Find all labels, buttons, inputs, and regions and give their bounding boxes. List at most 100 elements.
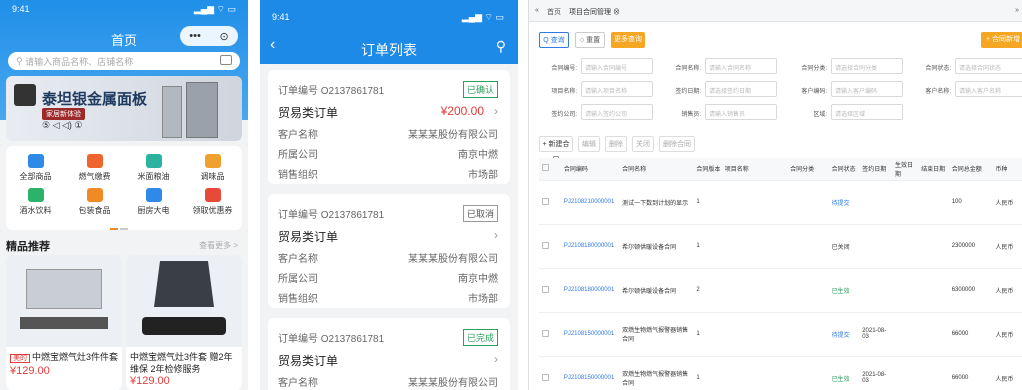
promo-banner[interactable]: 泰坦银金属面板 家居新体验 ⑤ ◁ ◁) ① bbox=[6, 76, 242, 141]
column-header[interactable]: 合同版本 bbox=[693, 158, 722, 181]
close-all-icon[interactable]: » bbox=[1015, 7, 1019, 14]
product-card[interactable]: 美的 中燃宝燃气灶3件件套 ¥129.00 bbox=[6, 255, 122, 390]
category-item[interactable]: 燃气缴费 bbox=[65, 154, 124, 182]
add-contract-button[interactable]: + 合同新增 bbox=[981, 32, 1022, 48]
status-time: 9:41 bbox=[272, 12, 290, 22]
row-checkbox[interactable] bbox=[542, 373, 549, 381]
filter-input[interactable]: 请输入客户编码 bbox=[831, 81, 903, 97]
close-circle-icon[interactable]: ⊙ bbox=[219, 30, 228, 43]
cell-empty bbox=[918, 356, 949, 390]
filter-input[interactable]: 请选择区域 bbox=[831, 104, 903, 120]
collapse-icon[interactable]: « bbox=[535, 7, 539, 14]
cell-amount: 2300000 bbox=[948, 224, 993, 269]
category-item[interactable]: 调味品 bbox=[183, 154, 242, 182]
table-row[interactable]: PJ2108180000001 希尔顿供暖设备合同 1 已关闭 2300000 人民币 bbox=[539, 224, 1022, 269]
order-type-text: 贸易类订单 bbox=[278, 354, 339, 368]
cell-code[interactable]: PJ2108180000001 bbox=[560, 268, 620, 313]
reset-button[interactable]: ○ 重置 bbox=[575, 32, 605, 48]
filter-input[interactable]: 请选择签约日期 bbox=[705, 81, 777, 97]
search-button[interactable]: Q 查询 bbox=[539, 32, 569, 48]
order-card[interactable]: 订单编号 O2137861781 已完成 贸易类订单 › 客户名称 某某某股份有限公司 bbox=[268, 318, 510, 390]
column-header[interactable]: 合同名称 bbox=[619, 158, 694, 181]
filter-input[interactable]: 请选择合同分类 bbox=[831, 58, 903, 74]
filter-input[interactable]: 请输入签约公司 bbox=[581, 104, 653, 120]
cell-code[interactable]: PJ2108150000001 bbox=[560, 312, 620, 357]
filter-input[interactable]: 请输入客户名称 bbox=[955, 81, 1022, 97]
category-icon bbox=[86, 154, 103, 168]
column-header[interactable]: 合同总金额 bbox=[948, 158, 993, 181]
table-row[interactable]: PJ2108210000001 测试一下数到计划的显示 1 待提交 100 人民币 bbox=[539, 180, 1022, 225]
row-checkbox[interactable] bbox=[542, 285, 549, 293]
customer-value: 某某某股份有限公司 bbox=[408, 130, 498, 141]
customer-row: 客户名称 某某某股份有限公司 bbox=[278, 374, 498, 389]
filter-input[interactable]: 请输入销售员 bbox=[705, 104, 777, 120]
filter-input[interactable]: 请输入项目名称 bbox=[581, 81, 653, 97]
table-header: 合同编码 合同名称 合同版本 项目名称 合同分类 合同状态 签约日期 生效日期 结束日期 合同总金… bbox=[539, 158, 1022, 181]
category-label: 包装食品 bbox=[78, 206, 111, 215]
column-header[interactable]: 合同状态 bbox=[828, 158, 860, 181]
see-more-link[interactable]: 查看更多 > bbox=[199, 240, 238, 251]
cell-status: 待提交 bbox=[828, 180, 860, 225]
order-number: 订单编号 O2137861781 已确认 bbox=[278, 81, 498, 98]
cell-cur: 人民币 bbox=[992, 312, 1022, 357]
category-item[interactable]: 米面粮油 bbox=[124, 154, 183, 182]
tab-contract[interactable]: 项目合同管理 ⊗ bbox=[569, 7, 620, 17]
toolbar-button[interactable]: + 新建合同 bbox=[539, 136, 573, 164]
filter-input[interactable]: 请输入合同名称 bbox=[705, 58, 777, 74]
cell-code[interactable]: PJ2108180000001 bbox=[560, 224, 620, 269]
carousel-dots bbox=[110, 222, 134, 230]
row-checkbox[interactable] bbox=[542, 241, 549, 249]
filter-input[interactable]: 请选择合同状态 bbox=[955, 58, 1022, 74]
org-label: 销售组织 bbox=[278, 170, 318, 181]
row-checkbox[interactable] bbox=[542, 329, 549, 337]
toolbar-button[interactable]: 删除 bbox=[605, 136, 627, 152]
select-all-checkbox[interactable] bbox=[542, 164, 549, 172]
table-row[interactable]: PJ2108150000001 双燃生物燃气报警器销售合同 1 待提交 2021-08-… bbox=[539, 312, 1022, 357]
category-item[interactable]: 厨房大电 bbox=[124, 188, 183, 216]
tab-home[interactable]: 首页 bbox=[547, 7, 561, 17]
status-icons: ▂▄▆ ⌔ ▭ bbox=[193, 4, 236, 14]
column-header[interactable]: 签约日期 bbox=[859, 158, 892, 181]
column-header[interactable]: 结束日期 bbox=[918, 158, 949, 181]
row-checkbox-cell bbox=[539, 356, 561, 390]
category-item[interactable]: 包装食品 bbox=[65, 188, 124, 216]
toolbar-button[interactable]: 编辑 bbox=[578, 136, 600, 152]
column-header[interactable]: 项目名称 bbox=[721, 158, 788, 181]
customer-value: 某某某股份有限公司 bbox=[408, 378, 498, 389]
category-icon bbox=[86, 188, 103, 202]
filter-input[interactable]: 请输入合同编号 bbox=[581, 58, 653, 74]
order-card[interactable]: 订单编号 O2137861781 已确认 贸易类订单 ¥200.00 › 客户名称 某某… bbox=[268, 70, 510, 184]
table-row[interactable]: PJ2108150000001 双燃生物燃气报警器销售合同 1 已生效 2021-08-… bbox=[539, 356, 1022, 390]
customer-label: 客户名称 bbox=[278, 378, 318, 389]
order-type: 贸易类订单 ¥200.00 › bbox=[278, 104, 498, 121]
column-header[interactable]: 币种 bbox=[992, 158, 1022, 181]
fridge-image bbox=[162, 86, 182, 138]
company-row: 所属公司 南京中燃 bbox=[278, 146, 498, 161]
miniapp-capsule[interactable]: ••• ⊙ bbox=[180, 26, 238, 46]
more-query-button[interactable]: 更多查询 bbox=[611, 32, 645, 48]
category-item[interactable]: 领取优惠券 bbox=[183, 188, 242, 216]
table-row[interactable]: PJ2108180000001 希尔顿供暖设备合同 2 已生效 6300000 人民币 bbox=[539, 268, 1022, 313]
order-card[interactable]: 订单编号 O2137861781 已取消 贸易类订单 › 客户名称 某某某股份有限公司… bbox=[268, 194, 510, 308]
toolbar-button[interactable]: 关闭 bbox=[632, 136, 654, 152]
column-header[interactable]: 合同分类 bbox=[787, 158, 829, 181]
search-input[interactable]: ⚲ 请输入商品名称、店铺名称 bbox=[8, 52, 240, 70]
product-card[interactable]: 中燃宝燃气灶3件套 赠2年维保 2年检修服务 ¥129.00 bbox=[126, 255, 242, 390]
column-header[interactable]: 生效日期 bbox=[891, 158, 919, 181]
tab-bar: « 首页 项目合同管理 ⊗ » bbox=[529, 0, 1022, 22]
column-header[interactable]: 合同编码 bbox=[560, 158, 620, 181]
category-item[interactable]: 酒水饮料 bbox=[6, 188, 65, 216]
toolbar-button[interactable]: 删除合同 bbox=[659, 136, 695, 152]
cell-empty bbox=[918, 268, 949, 313]
more-icon[interactable]: ••• bbox=[189, 30, 201, 42]
company-label: 所属公司 bbox=[278, 150, 318, 161]
camera-icon[interactable] bbox=[220, 55, 232, 65]
filter-label: 签约公司: bbox=[551, 112, 577, 118]
order-amount: ¥200.00 bbox=[440, 104, 484, 118]
cell-code[interactable]: PJ2108150000001 bbox=[560, 356, 620, 390]
category-item[interactable]: 全部商品 bbox=[6, 154, 65, 182]
search-icon[interactable]: ⚲ bbox=[496, 38, 506, 55]
range-hood-image bbox=[154, 261, 214, 307]
row-checkbox[interactable] bbox=[542, 197, 549, 205]
cell-code[interactable]: PJ2108210000001 bbox=[560, 180, 620, 225]
